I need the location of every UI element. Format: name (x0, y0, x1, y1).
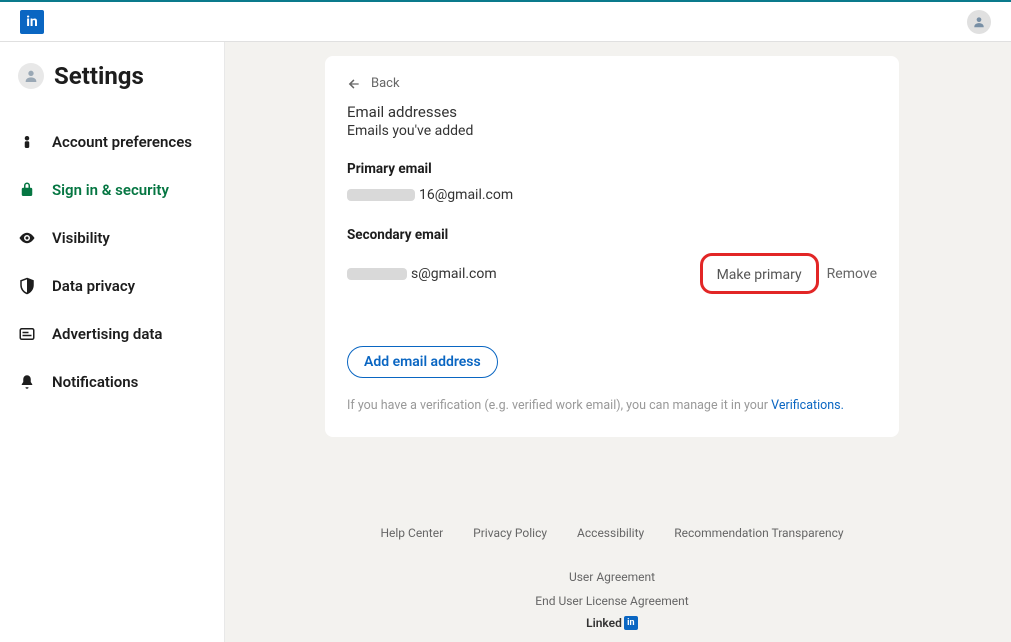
sidebar-item-label: Account preferences (52, 133, 192, 151)
sidebar: Settings Account preferences Sign in & s… (0, 42, 225, 642)
footer-links-row1: Help Center Privacy Policy Accessibility… (325, 526, 899, 584)
email-suffix: 16@gmail.com (419, 187, 513, 203)
redacted-text (347, 268, 407, 280)
footer-link[interactable]: Accessibility (577, 526, 644, 540)
secondary-email-value: s@gmail.com (347, 266, 497, 282)
eye-icon (18, 229, 36, 247)
redacted-text (347, 189, 415, 201)
secondary-email-row: s@gmail.com Make primary Remove (347, 253, 877, 294)
topbar: in (0, 0, 1011, 42)
sidebar-item-label: Advertising data (52, 325, 163, 343)
verification-text: If you have a verification (e.g. verifie… (347, 398, 771, 413)
main-area: Settings Account preferences Sign in & s… (0, 42, 1011, 642)
shield-icon (18, 277, 36, 295)
email-settings-card: Back Email addresses Emails you've added… (325, 56, 899, 437)
brand-text: Linked (586, 616, 622, 630)
page-title: Settings (54, 62, 144, 90)
footer-brand: Linked in (586, 616, 638, 630)
footer: Help Center Privacy Policy Accessibility… (325, 516, 899, 642)
sidebar-item-notifications[interactable]: Notifications (18, 358, 224, 406)
primary-email-label: Primary email (347, 161, 877, 177)
footer-link[interactable]: Recommendation Transparency (674, 526, 843, 540)
sidebar-item-account-preferences[interactable]: Account preferences (18, 118, 224, 166)
sidebar-item-label: Data privacy (52, 277, 135, 295)
linkedin-logo[interactable]: in (20, 10, 44, 34)
secondary-email-actions: Make primary Remove (700, 253, 877, 294)
sidebar-item-label: Visibility (52, 229, 110, 247)
lock-icon (18, 181, 36, 199)
person-icon (18, 133, 36, 151)
settings-header: Settings (18, 62, 224, 90)
avatar[interactable] (967, 10, 991, 34)
sidebar-item-data-privacy[interactable]: Data privacy (18, 262, 224, 310)
back-label: Back (371, 76, 400, 91)
add-email-button[interactable]: Add email address (347, 346, 498, 378)
primary-email-value: 16@gmail.com (347, 187, 513, 203)
settings-avatar-icon (18, 63, 44, 89)
sidebar-item-signin-security[interactable]: Sign in & security (18, 166, 224, 214)
verifications-link[interactable]: Verifications. (771, 398, 844, 413)
bell-icon (18, 373, 36, 391)
ad-icon (18, 325, 36, 343)
content: Back Email addresses Emails you've added… (225, 42, 1011, 642)
sidebar-item-visibility[interactable]: Visibility (18, 214, 224, 262)
sidebar-item-advertising-data[interactable]: Advertising data (18, 310, 224, 358)
back-button[interactable]: Back (347, 76, 877, 91)
section-subtitle: Emails you've added (347, 123, 877, 139)
primary-email-row: 16@gmail.com (347, 187, 877, 203)
section-title: Email addresses (347, 103, 877, 121)
secondary-email-label: Secondary email (347, 227, 877, 243)
footer-link[interactable]: Help Center (380, 526, 443, 540)
linkedin-logo-small: in (624, 616, 638, 630)
sidebar-item-label: Notifications (52, 373, 138, 391)
email-suffix: s@gmail.com (411, 266, 497, 282)
remove-button[interactable]: Remove (827, 266, 877, 282)
footer-link[interactable]: End User License Agreement (325, 594, 899, 608)
arrow-left-icon (347, 77, 361, 91)
highlight-annotation: Make primary (700, 253, 819, 294)
footer-link[interactable]: User Agreement (569, 570, 655, 584)
verification-note: If you have a verification (e.g. verifie… (347, 398, 877, 413)
footer-link[interactable]: Privacy Policy (473, 526, 547, 540)
sidebar-item-label: Sign in & security (52, 181, 169, 199)
avatar-icon (972, 15, 986, 29)
make-primary-button[interactable]: Make primary (717, 267, 802, 283)
